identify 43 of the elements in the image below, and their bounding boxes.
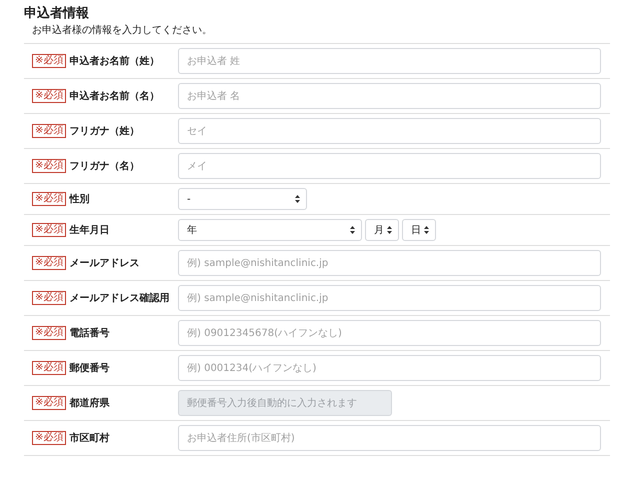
field-label: フリガナ（姓） (69, 124, 140, 138)
required-badge: ※必須 (32, 89, 66, 103)
section-description: お申込者様の情報を入力してください。 (32, 24, 213, 38)
required-badge: ※必須 (32, 361, 66, 375)
required-badge: ※必須 (32, 256, 66, 270)
required-badge: ※必須 (32, 326, 66, 340)
field-label: 都道府県 (69, 396, 110, 410)
input-field[interactable]: 例) 09012345678(ハイフンなし) (178, 320, 601, 346)
input-field[interactable]: お申込者住所(市区町村) (178, 425, 601, 451)
select-field[interactable]: 日 (402, 219, 436, 241)
required-badge: ※必須 (32, 431, 66, 445)
select-field[interactable]: 月 (365, 219, 399, 241)
select-field[interactable]: - (178, 188, 307, 210)
required-badge: ※必須 (32, 223, 66, 237)
required-badge: ※必須 (32, 192, 66, 206)
field-label: フリガナ（名） (69, 160, 140, 173)
field-label: 申込者お名前（姓） (69, 54, 160, 68)
select-arrows-icon (387, 226, 392, 234)
select-arrows-icon (350, 226, 355, 234)
input-field[interactable]: セイ (178, 118, 601, 144)
select-arrows-icon (424, 226, 429, 234)
field-label: メールアドレス確認用 (69, 292, 170, 305)
field-label: 生年月日 (69, 224, 110, 237)
required-badge: ※必須 (32, 396, 66, 410)
input-field[interactable]: メイ (178, 153, 601, 179)
required-badge: ※必須 (32, 159, 66, 173)
select-arrows-icon (295, 195, 300, 203)
required-badge: ※必須 (32, 124, 66, 138)
input-field[interactable]: 例) sample@nishitanclinic.jp (178, 250, 601, 276)
required-badge: ※必須 (32, 291, 66, 305)
input-field[interactable]: お申込者 姓 (178, 48, 601, 74)
field-label: 市区町村 (69, 431, 110, 445)
input-field[interactable]: お申込者 名 (178, 83, 601, 109)
select-field[interactable]: 年 (178, 219, 362, 241)
input-field[interactable]: 例) 0001234(ハイフンなし) (178, 355, 601, 381)
required-badge: ※必須 (32, 54, 66, 68)
field-label: 郵便番号 (69, 362, 110, 375)
input-field[interactable]: 例) sample@nishitanclinic.jp (178, 285, 601, 311)
section-title: 申込者情報 (24, 4, 90, 23)
field-label: メールアドレス (69, 257, 140, 270)
field-label: 申込者お名前（名） (69, 90, 160, 103)
field-label: 性別 (69, 192, 90, 206)
field-label: 電話番号 (69, 326, 110, 340)
